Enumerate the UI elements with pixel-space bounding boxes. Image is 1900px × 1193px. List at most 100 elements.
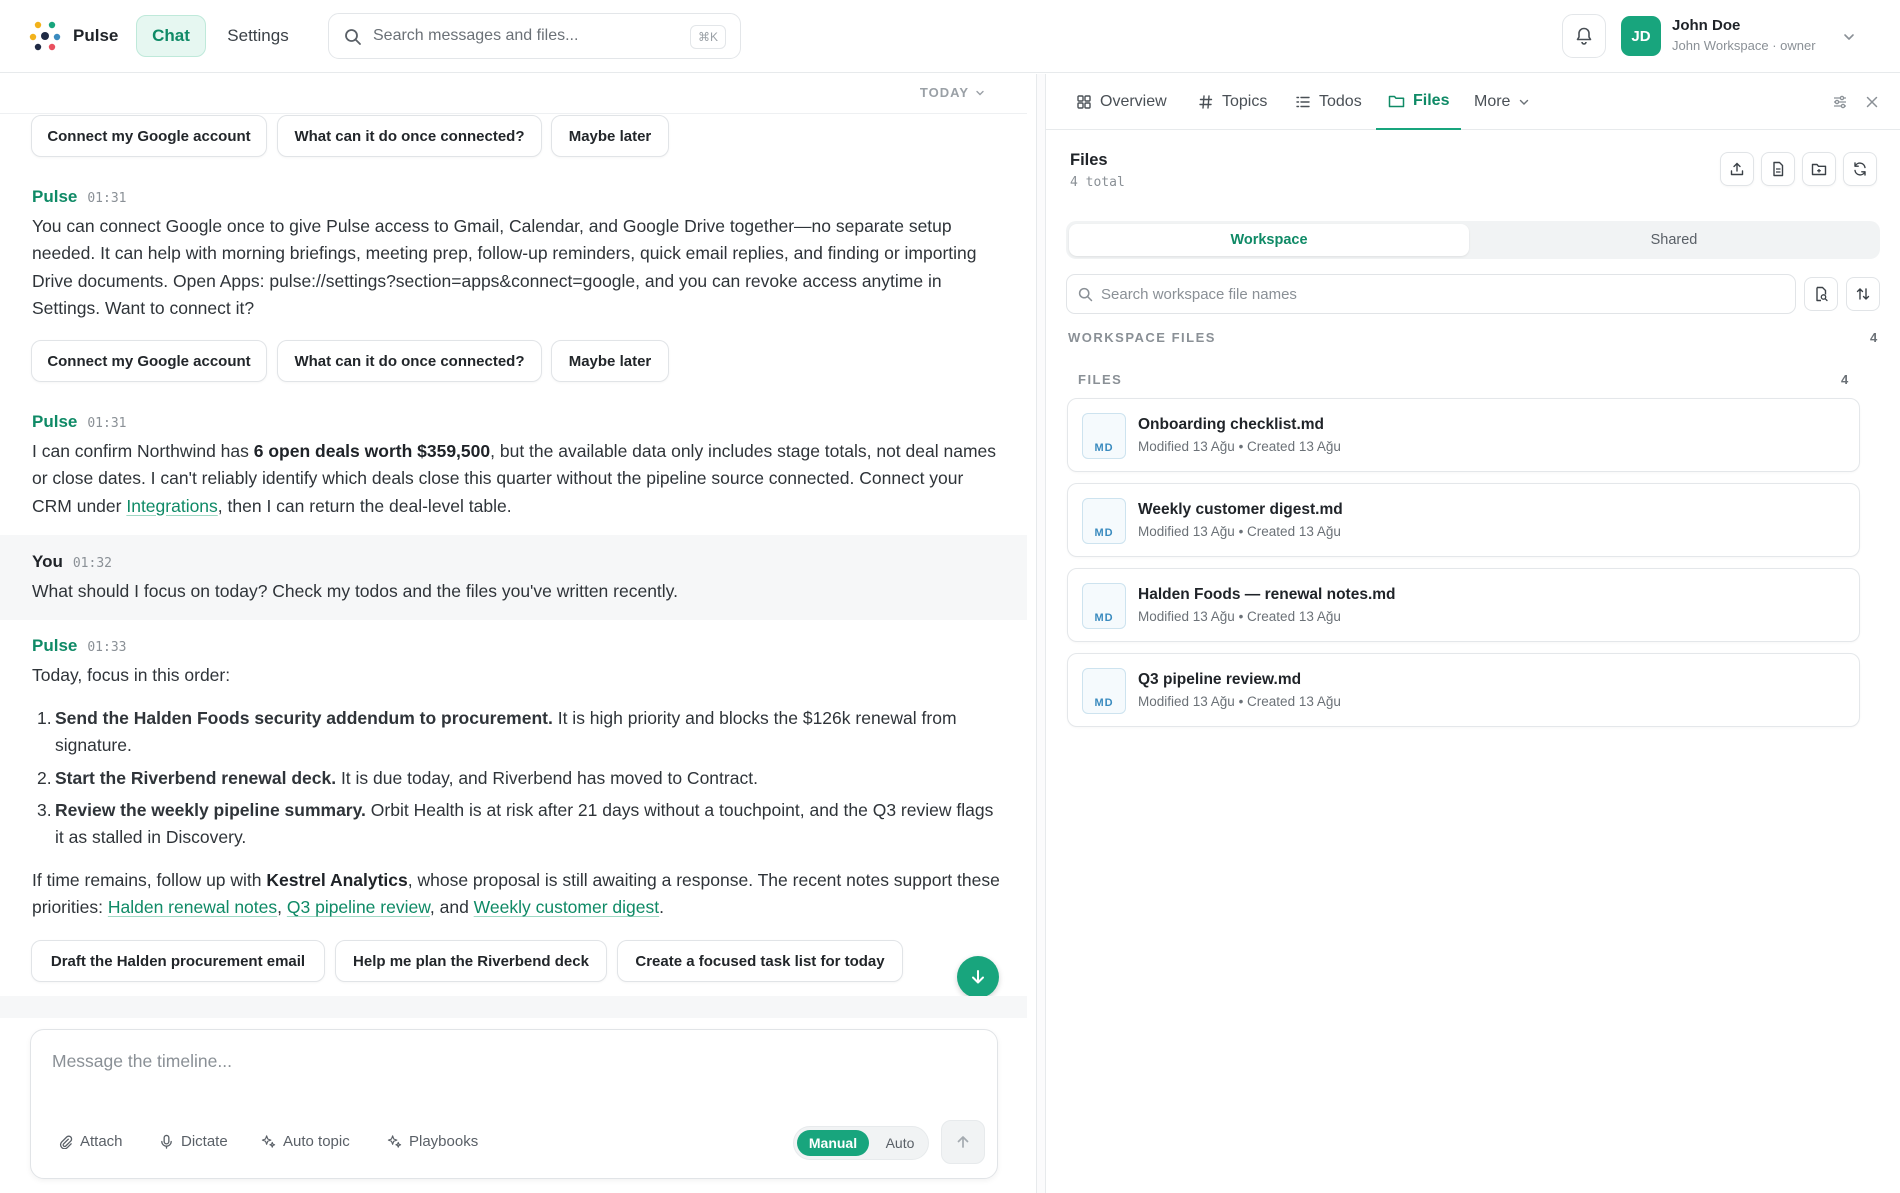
brand-name: Pulse bbox=[73, 26, 119, 45]
search-icon bbox=[1078, 287, 1093, 302]
scope-workspace[interactable]: Workspace bbox=[1069, 224, 1469, 256]
arrow-down-icon bbox=[972, 970, 984, 984]
upload-icon bbox=[1730, 162, 1744, 176]
suggestion-chip[interactable]: Connect my Google account bbox=[31, 340, 267, 382]
message-author: Pulse bbox=[32, 187, 78, 206]
list-item: 1. Send the Halden Foods security addendu… bbox=[32, 705, 1004, 760]
file-type: MD bbox=[1094, 527, 1114, 539]
suggestion-chip[interactable]: What can it do once connected? bbox=[277, 115, 542, 157]
send-button[interactable] bbox=[941, 1120, 985, 1164]
bold-text: Send the Halden Foods security addendum … bbox=[55, 708, 553, 728]
suggestion-chip[interactable]: What can it do once connected? bbox=[277, 340, 542, 382]
file-link[interactable]: Halden renewal notes bbox=[108, 897, 277, 917]
tab-files[interactable]: Files bbox=[1376, 74, 1462, 130]
tab-topics[interactable]: Topics bbox=[1198, 74, 1267, 130]
nav-chat[interactable]: Chat bbox=[136, 15, 206, 57]
file-meta: Modified 13 Ağu • Created 13 Ağu bbox=[1138, 694, 1341, 709]
upload-button[interactable] bbox=[1720, 152, 1754, 186]
attach-button[interactable]: Attach bbox=[58, 1133, 123, 1150]
group-label: FILES bbox=[1078, 372, 1123, 387]
mode-auto[interactable]: Auto bbox=[874, 1130, 926, 1156]
file-search-input[interactable]: Search workspace file names bbox=[1066, 274, 1796, 314]
playbooks-button[interactable]: Playbooks bbox=[387, 1133, 478, 1150]
new-folder-button[interactable] bbox=[1802, 152, 1836, 186]
search-placeholder: Search messages and files... bbox=[373, 27, 579, 44]
suggestion-chip[interactable]: Help me plan the Riverbend deck bbox=[335, 940, 607, 982]
close-icon[interactable] bbox=[1864, 94, 1880, 110]
panel-tools bbox=[1832, 94, 1880, 110]
file-card[interactable]: MD Weekly customer digest.md Modified 13… bbox=[1067, 483, 1860, 557]
markdown-file-icon: MD bbox=[1082, 668, 1126, 714]
suggestion-chip[interactable]: Create a focused task list for today bbox=[617, 940, 903, 982]
file-link[interactable]: Q3 pipeline review bbox=[287, 897, 430, 917]
document-icon bbox=[1773, 161, 1784, 177]
dictate-button[interactable]: Dictate bbox=[159, 1133, 228, 1150]
integrations-link[interactable]: Integrations bbox=[126, 496, 217, 516]
nav-settings[interactable]: Settings bbox=[214, 15, 302, 57]
list-number: 2. bbox=[37, 767, 52, 788]
file-link[interactable]: Weekly customer digest bbox=[474, 897, 659, 917]
tab-overview[interactable]: Overview bbox=[1076, 74, 1167, 130]
list-item: 3. Review the weekly pipeline summary. Or… bbox=[32, 797, 1004, 852]
scope-shared[interactable]: Shared bbox=[1472, 224, 1876, 256]
file-card[interactable]: MD Halden Foods — renewal notes.md Modif… bbox=[1067, 568, 1860, 642]
mode-toggle[interactable]: Manual Auto bbox=[793, 1126, 929, 1160]
file-search-placeholder: Search workspace file names bbox=[1101, 286, 1297, 303]
chat-timeline[interactable]: TODAY Connect my Google account What can… bbox=[0, 74, 1036, 1193]
scroll-to-bottom-button[interactable] bbox=[957, 956, 999, 998]
tab-more[interactable]: More bbox=[1474, 74, 1530, 130]
bold-text: 6 open deals worth $359,500 bbox=[253, 441, 491, 461]
mode-manual[interactable]: Manual bbox=[797, 1130, 869, 1156]
file-type: MD bbox=[1094, 612, 1114, 624]
file-card[interactable]: MD Q3 pipeline review.md Modified 13 Ağu… bbox=[1067, 653, 1860, 727]
composer-input[interactable]: Message the timeline... bbox=[52, 1051, 232, 1072]
global-search[interactable]: Search messages and files... ⌘K bbox=[328, 13, 741, 59]
panel-resizer[interactable] bbox=[1036, 74, 1046, 1193]
message-time: 01:33 bbox=[87, 640, 127, 655]
section-count: 4 bbox=[1870, 330, 1878, 345]
sparkle-icon bbox=[387, 1135, 402, 1148]
chevron-down-icon[interactable] bbox=[1842, 30, 1856, 44]
auto-topic-label: Auto topic bbox=[283, 1133, 350, 1150]
pulse-logo-icon[interactable] bbox=[29, 20, 61, 52]
notifications-bell-icon[interactable] bbox=[1562, 14, 1606, 58]
suggestion-chip[interactable]: Maybe later bbox=[551, 115, 669, 157]
date-filter[interactable]: TODAY bbox=[920, 85, 985, 100]
message-author: You bbox=[32, 552, 63, 571]
text-run: I can confirm Northwind has bbox=[32, 441, 254, 461]
chevron-down-icon bbox=[1520, 99, 1529, 105]
file-name: Q3 pipeline review.md bbox=[1138, 671, 1302, 688]
user-name[interactable]: John Doe bbox=[1672, 17, 1740, 34]
refresh-button[interactable] bbox=[1843, 152, 1877, 186]
text-run: It is due today, and Riverbend has moved… bbox=[336, 767, 758, 788]
chevron-down-icon bbox=[976, 90, 984, 95]
suggestion-chip[interactable]: Draft the Halden procurement email bbox=[31, 940, 325, 982]
file-content-search-button[interactable] bbox=[1804, 277, 1838, 311]
tab-todos[interactable]: Todos bbox=[1295, 74, 1362, 130]
file-name: Weekly customer digest.md bbox=[1138, 501, 1343, 518]
suggestion-chip[interactable]: Connect my Google account bbox=[31, 115, 267, 157]
message-composer[interactable]: Message the timeline... Attach Dictate A… bbox=[30, 1029, 998, 1179]
search-shortcut: ⌘K bbox=[689, 25, 726, 49]
tab-label: More bbox=[1474, 93, 1511, 110]
refresh-icon bbox=[1854, 162, 1866, 176]
message-body: What should I focus on today? Check my t… bbox=[32, 581, 678, 601]
search-icon bbox=[344, 28, 362, 46]
message-time: 01:31 bbox=[87, 191, 127, 206]
paperclip-icon bbox=[59, 1135, 73, 1149]
avatar[interactable]: JD bbox=[1621, 16, 1661, 56]
suggestion-chip[interactable]: Maybe later bbox=[551, 340, 669, 382]
new-file-button[interactable] bbox=[1761, 152, 1795, 186]
auto-topic-button[interactable]: Auto topic bbox=[261, 1133, 350, 1150]
file-card[interactable]: MD Onboarding checklist.md Modified 13 A… bbox=[1067, 398, 1860, 472]
arrow-up-icon bbox=[957, 1136, 969, 1148]
message-header: Pulse 01:33 bbox=[32, 636, 127, 656]
file-type: MD bbox=[1094, 442, 1114, 454]
message-body: You can connect Google once to give Puls… bbox=[32, 216, 977, 318]
sliders-icon[interactable] bbox=[1832, 94, 1848, 110]
sort-button[interactable] bbox=[1846, 277, 1880, 311]
tab-label: Topics bbox=[1222, 93, 1268, 110]
user-workspace: John Workspace · owner bbox=[1672, 38, 1816, 53]
group-count: 4 bbox=[1841, 372, 1849, 387]
sparkle-icon bbox=[261, 1135, 276, 1148]
